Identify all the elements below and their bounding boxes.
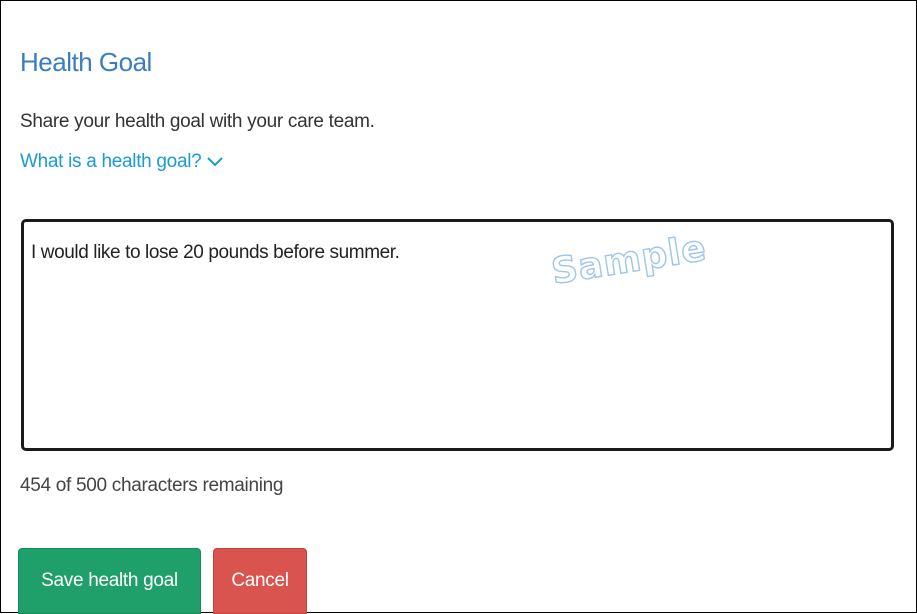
save-health-goal-button[interactable]: Save health goal [18,548,201,614]
health-goal-help-toggle[interactable]: What is a health goal? [20,151,224,173]
cancel-button[interactable]: Cancel [213,548,307,614]
character-counter: 454 of 500 characters remaining [20,475,284,496]
page-title: Health Goal [20,47,152,77]
help-link-label: What is a health goal? [20,151,202,172]
health-goal-value: I would like to lose 20 pounds before su… [31,242,400,263]
chevron-down-icon [207,157,224,167]
description-text: Share your health goal with your care te… [20,111,375,132]
health-goal-panel: Health Goal Share your health goal with … [0,0,917,614]
health-goal-textarea[interactable]: I would like to lose 20 pounds before su… [21,219,894,451]
